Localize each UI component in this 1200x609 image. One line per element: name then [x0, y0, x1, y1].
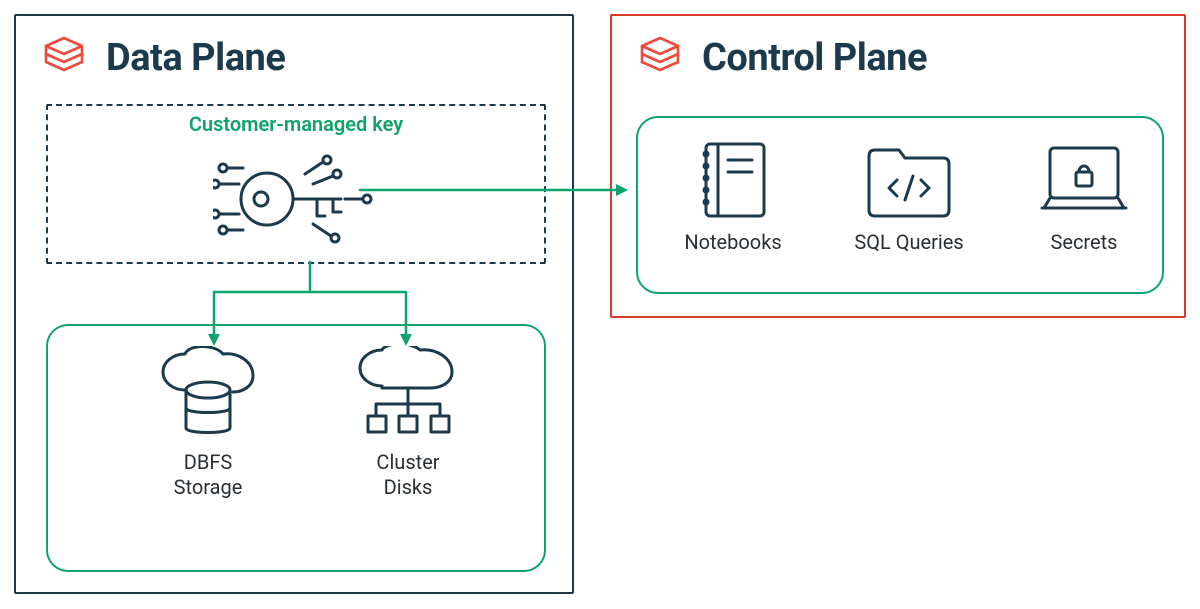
sql-queries-item: SQL Queries: [834, 136, 984, 255]
arrow-key-to-dataplane-items: [180, 262, 440, 352]
arrow-key-to-control-plane: [360, 180, 630, 200]
notebooks-label: Notebooks: [668, 230, 798, 255]
control-plane-header: Control Plane: [636, 34, 927, 82]
notebook-icon: [688, 136, 778, 226]
dbfs-storage-item: DBFS Storage: [118, 346, 298, 500]
databricks-logo-icon: [40, 34, 88, 82]
sql-queries-label: SQL Queries: [834, 230, 984, 255]
data-plane-targets-box: DBFS Storage: [46, 324, 546, 572]
key-icon: [213, 144, 383, 254]
secrets-label: Secrets: [1024, 230, 1144, 255]
cluster-disks-item: Cluster Disks: [318, 346, 498, 500]
secrets-item: Secrets: [1024, 136, 1144, 255]
control-plane-targets-box: Notebooks SQL Queries: [636, 116, 1164, 294]
cloud-network-icon: [348, 346, 468, 446]
code-folder-icon: [859, 136, 959, 226]
notebooks-item: Notebooks: [668, 136, 798, 255]
cloud-database-icon: [153, 346, 263, 446]
databricks-logo-icon: [636, 34, 684, 82]
laptop-lock-icon: [1034, 136, 1134, 226]
cluster-disks-label: Cluster Disks: [318, 450, 498, 500]
control-plane-box: Control Plane Notebooks: [610, 14, 1186, 318]
dbfs-storage-label: DBFS Storage: [118, 450, 298, 500]
cmk-label: Customer-managed key: [48, 112, 544, 136]
control-plane-title: Control Plane: [702, 36, 927, 80]
data-plane-header: Data Plane: [40, 34, 285, 82]
data-plane-title: Data Plane: [106, 36, 285, 80]
